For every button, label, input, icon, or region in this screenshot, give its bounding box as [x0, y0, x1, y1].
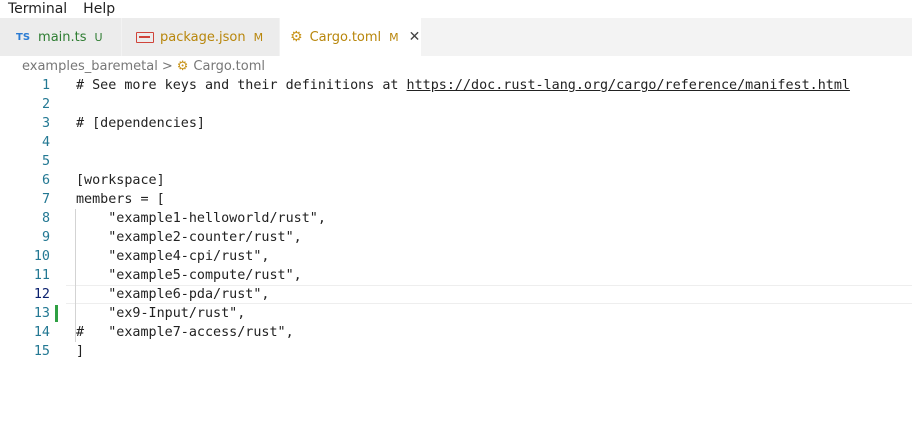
- line-text: "example6-pda/rust",: [76, 287, 270, 302]
- code-line-current[interactable]: 12 "example6-pda/rust",: [0, 285, 912, 304]
- line-text: members = [: [76, 192, 165, 207]
- line-number: 1: [41, 78, 50, 93]
- manifest-link[interactable]: https://doc.rust-lang.org/cargo/referenc…: [407, 78, 850, 93]
- line-text: "example4-cpi/rust",: [76, 249, 270, 264]
- line-number: 9: [41, 230, 50, 245]
- json-file-icon: [136, 31, 154, 43]
- tab-main-ts[interactable]: TS main.ts U: [0, 18, 122, 56]
- code-line[interactable]: 2: [0, 95, 912, 114]
- line-number: 13: [33, 306, 50, 321]
- tab-status-badge: M: [253, 30, 264, 44]
- menu-terminal[interactable]: Terminal: [0, 1, 75, 17]
- tab-cargo-toml[interactable]: ⚙ Cargo.toml M ✕: [280, 18, 422, 56]
- code-line[interactable]: 10 "example4-cpi/rust",: [0, 247, 912, 266]
- line-text: [workspace]: [76, 173, 165, 188]
- code-line[interactable]: 13 "ex9-Input/rust",: [0, 304, 912, 323]
- line-number: 5: [41, 154, 50, 169]
- code-line[interactable]: 7 members = [: [0, 190, 912, 209]
- line-text: "example5-compute/rust",: [76, 268, 302, 283]
- line-number: 14: [33, 325, 50, 340]
- line-text: # "example7-access/rust",: [76, 325, 294, 340]
- line-number: 8: [41, 211, 50, 226]
- code-line[interactable]: 1 # See more keys and their definitions …: [0, 76, 912, 95]
- line-number: 3: [41, 116, 50, 131]
- close-icon[interactable]: ✕: [409, 29, 421, 45]
- typescript-icon: TS: [16, 31, 31, 43]
- code-line[interactable]: 11 "example5-compute/rust",: [0, 266, 912, 285]
- line-text: "ex9-Input/rust",: [76, 306, 246, 321]
- line-number: 2: [41, 97, 50, 112]
- code-line[interactable]: 8 "example1-helloworld/rust",: [0, 209, 912, 228]
- code-editor[interactable]: 1 # See more keys and their definitions …: [0, 76, 912, 434]
- line-number: 15: [33, 344, 50, 359]
- code-line[interactable]: 15 ]: [0, 342, 912, 361]
- line-number: 11: [33, 268, 50, 283]
- gear-icon: ⚙: [290, 29, 303, 45]
- tab-label: package.json: [160, 29, 246, 45]
- editor-tab-bar: TS main.ts U package.json M ⚙ Cargo.toml…: [0, 18, 912, 56]
- code-line[interactable]: 6 [workspace]: [0, 171, 912, 190]
- code-line[interactable]: 14 # "example7-access/rust",: [0, 323, 912, 342]
- line-number: 10: [33, 249, 50, 264]
- breadcrumb: examples_baremetal > ⚙ Cargo.toml: [22, 57, 265, 75]
- tab-package-json[interactable]: package.json M: [122, 18, 280, 56]
- chevron-right-icon: >: [161, 58, 173, 74]
- menu-help[interactable]: Help: [75, 1, 123, 17]
- tab-label: main.ts: [38, 29, 87, 45]
- code-line[interactable]: 5: [0, 152, 912, 171]
- tab-status-badge: M: [389, 30, 399, 44]
- breadcrumb-folder[interactable]: examples_baremetal: [22, 59, 158, 74]
- line-text: "example1-helloworld/rust",: [76, 211, 326, 226]
- line-number: 7: [41, 192, 50, 207]
- gear-icon: ⚙: [176, 58, 189, 74]
- tab-status-badge: U: [94, 30, 103, 44]
- line-number: 4: [41, 135, 50, 150]
- line-text: # [dependencies]: [76, 116, 205, 131]
- tab-label: Cargo.toml: [309, 29, 382, 45]
- line-text: "example2-counter/rust",: [76, 230, 302, 245]
- code-line[interactable]: 4: [0, 133, 912, 152]
- code-line[interactable]: 9 "example2-counter/rust",: [0, 228, 912, 247]
- line-number: 12: [33, 287, 50, 302]
- line-text: # See more keys and their definitions at…: [76, 78, 850, 93]
- menu-bar: Terminal Help: [0, 0, 912, 18]
- line-number: 6: [41, 173, 50, 188]
- code-line[interactable]: 3 # [dependencies]: [0, 114, 912, 133]
- breadcrumb-file[interactable]: Cargo.toml: [193, 59, 265, 74]
- line-text: ]: [76, 344, 85, 359]
